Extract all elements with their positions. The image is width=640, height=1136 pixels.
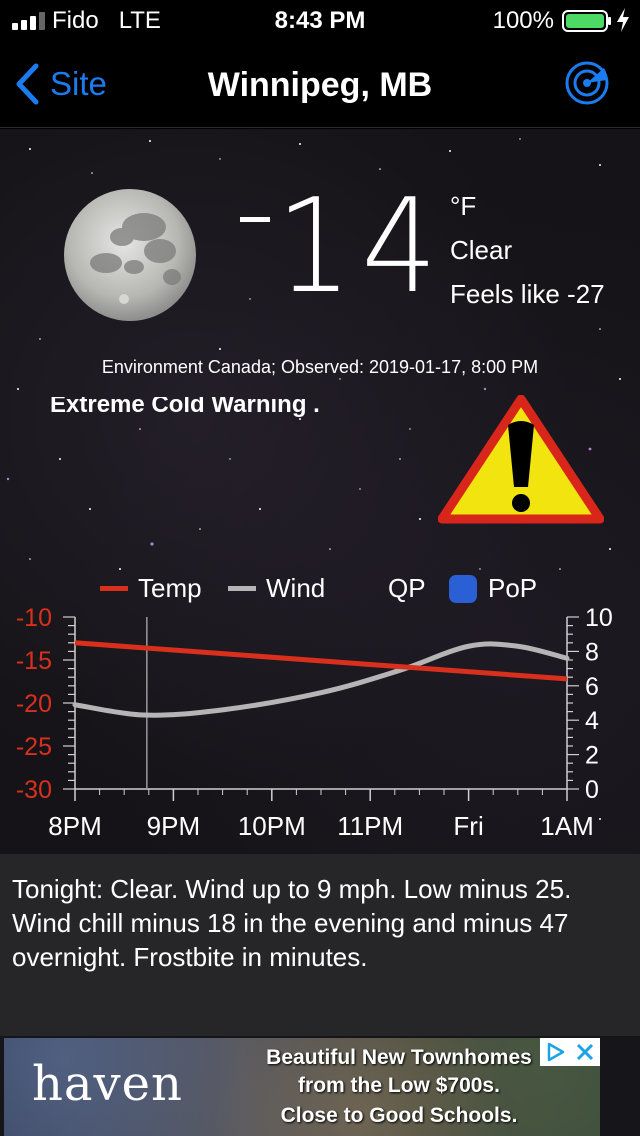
chart-series: [72, 640, 570, 718]
chart-legend: Temp Wind QP PoP: [100, 573, 537, 603]
ad-choices-icon[interactable]: [543, 1040, 567, 1064]
time-axis-label: 8PM: [48, 811, 101, 841]
temp-axis-labels: -10 -15 -20 -25 -30: [16, 604, 52, 804]
wind-axis-label: 8: [585, 638, 599, 666]
moon-icon: [64, 189, 196, 321]
close-icon[interactable]: [573, 1040, 597, 1064]
time-axis-label: 11PM: [337, 811, 403, 841]
wind-axis-label: 6: [585, 673, 599, 701]
temp-axis-label: -10: [16, 604, 52, 632]
time-axis-label: 1AM: [540, 811, 593, 841]
wind-axis-label: 0: [585, 776, 599, 804]
ad-image[interactable]: haven Beautiful New Townhomes from the L…: [4, 1038, 600, 1136]
forecast-text: Tonight: Clear. Wind up to 9 mph. Low mi…: [12, 874, 572, 972]
feels-like: Feels like -27: [450, 279, 605, 309]
time-axis-label: 10PM: [238, 811, 306, 841]
legend-wind-label: Wind: [266, 573, 325, 603]
battery-percent: 100%: [492, 7, 554, 34]
ad-headline: Beautiful New Townhomes: [266, 1046, 532, 1069]
back-button[interactable]: Site: [14, 62, 107, 106]
temperature-unit[interactable]: °F: [450, 191, 476, 222]
ad-choices[interactable]: [540, 1038, 600, 1066]
legend-pop-swatch: [449, 575, 477, 603]
time-axis-label: 9PM: [147, 811, 200, 841]
temperature-sign: [240, 217, 270, 222]
charging-bolt-icon: [617, 8, 629, 32]
ad-logo: haven: [32, 1056, 183, 1112]
observation-source: Environment Canada; Observed: 2019-01-17…: [101, 357, 539, 377]
chevron-left-icon: [16, 63, 39, 105]
temp-axis-label: -30: [16, 776, 52, 804]
current-conditions-panel: 14 °F Clear Feels like -27 Environment C…: [0, 129, 640, 854]
current-temperature: 14: [276, 170, 447, 322]
wind-series-line: [72, 641, 570, 718]
battery-icon: [562, 10, 611, 32]
forecast-panel: Tonight: Clear. Wind up to 9 mph. Low mi…: [0, 854, 640, 1036]
legend-temp-swatch: [100, 586, 128, 591]
wind-axis-label: 2: [585, 742, 599, 770]
navigation-bar: Site Winnipeg, MB: [0, 40, 640, 128]
wind-axis-label: 10: [585, 604, 613, 632]
ad-banner[interactable]: haven Beautiful New Townhomes from the L…: [0, 1036, 640, 1136]
ad-tagline: Close to Good Schools.: [280, 1104, 518, 1127]
temp-axis-label: -25: [16, 733, 52, 761]
temp-series-line: [74, 640, 568, 682]
legend-pop-label: PoP: [488, 573, 537, 603]
status-bar: Fido LTE 8:43 PM 100%: [0, 0, 640, 40]
wind-axis-label: 4: [585, 707, 599, 735]
temp-axis-label: -15: [16, 647, 52, 675]
time-axis-labels: 8PM 9PM 10PM 11PM Fri 1AM: [48, 811, 593, 841]
wind-axis-labels: 10 8 6 4 2 0: [585, 604, 613, 804]
current-condition: Clear: [450, 235, 513, 265]
legend-temp-label: Temp: [138, 573, 202, 603]
temp-axis-label: -20: [16, 690, 52, 718]
legend-wind-swatch: [228, 586, 256, 591]
legend-qp-label: QP: [388, 573, 426, 603]
ad-subline: from the Low $700s.: [298, 1074, 500, 1097]
radar-icon[interactable]: [564, 60, 610, 106]
warning-triangle-icon[interactable]: [438, 395, 604, 527]
back-button-label: Site: [50, 65, 107, 102]
forecast-chart: Temp Wind QP PoP -10 -15 -20 -25 -30 10 8 6 4 2 0…: [16, 573, 613, 841]
time-axis-label: Fri: [453, 811, 483, 841]
